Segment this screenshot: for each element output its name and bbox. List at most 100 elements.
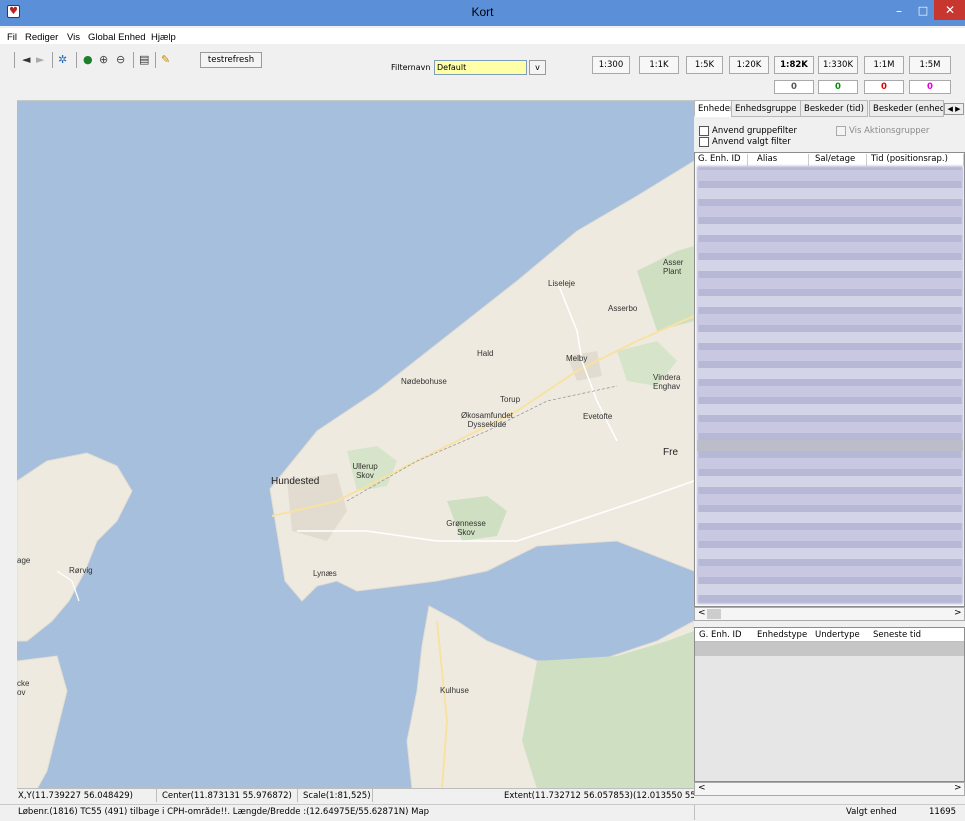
map-place-label: Hald	[477, 349, 494, 358]
menu-rediger[interactable]: Rediger	[25, 32, 58, 43]
table-row[interactable]	[697, 332, 963, 343]
scale-button-1-20k[interactable]: 1:20K	[729, 56, 769, 74]
map-place-label: Fre	[663, 447, 678, 458]
action-groups-checkbox[interactable]	[836, 126, 846, 136]
close-button[interactable]: ✕	[934, 0, 965, 20]
table-row[interactable]	[697, 530, 963, 541]
tab-scroll-buttons[interactable]: ◀ ▶	[944, 103, 964, 115]
testrefresh-button[interactable]: testrefresh	[200, 52, 262, 68]
pan-tool-icon[interactable]: ✲	[58, 53, 67, 67]
group-filter-checkbox[interactable]	[699, 126, 709, 136]
table-row[interactable]	[697, 404, 963, 415]
toolbar-separator	[133, 52, 134, 68]
column-header-unit-id[interactable]: G. Enh. ID	[698, 154, 748, 166]
table-row[interactable]	[697, 494, 963, 505]
map-place-label: Nødebohuse	[401, 377, 447, 386]
map-center: Center(11.873131 55.976872)	[162, 791, 292, 801]
table-row[interactable]	[697, 296, 963, 307]
map-place-label: Grønnesse Skov	[446, 519, 486, 537]
selected-row[interactable]	[695, 642, 964, 656]
column-header-unit-type[interactable]: Enhedstype	[757, 630, 807, 640]
table-row[interactable]	[697, 224, 963, 235]
scroll-right-icon[interactable]: >	[954, 608, 962, 618]
column-header-position-time[interactable]: Tid (positionsrap.)	[871, 154, 964, 166]
menu-hjaelp[interactable]: Hjælp	[151, 32, 176, 43]
menu-global-enhed[interactable]: Global Enhed	[88, 32, 146, 43]
menu-vis[interactable]: Vis	[67, 32, 80, 43]
scroll-thumb[interactable]	[707, 609, 721, 619]
table-row[interactable]	[697, 440, 963, 451]
scale-button-1-82k[interactable]: 1:82K	[774, 56, 814, 74]
scale-button-1-1k[interactable]: 1:1K	[639, 56, 679, 74]
back-icon[interactable]: ◄	[22, 53, 30, 67]
map-place-label: Liseleje	[548, 279, 576, 288]
globe-icon[interactable]: ●	[83, 53, 93, 67]
scale-button-1-1m[interactable]: 1:1M	[864, 56, 904, 74]
tab-beskeder-tid[interactable]: Beskeder (tid)	[800, 100, 868, 117]
zoom-in-icon[interactable]: ⊕	[99, 53, 108, 67]
tab-enhedsgruppe[interactable]: Enhedsgruppe	[731, 100, 801, 117]
tab-beskeder-enhed[interactable]: Beskeder (enhed	[869, 100, 944, 117]
unit-details-horizontal-scrollbar[interactable]	[694, 782, 965, 796]
table-row[interactable]	[697, 314, 963, 325]
table-row[interactable]	[697, 548, 963, 559]
counter-green: 0	[818, 80, 858, 94]
map-place-label: Økosamfundet Dyssekilde	[460, 411, 514, 429]
scale-button-1-5k[interactable]: 1:5K	[686, 56, 723, 74]
zoom-out-icon[interactable]: ⊖	[116, 53, 125, 67]
cursor-coordinates: X,Y(11.739227 56.048429)	[18, 791, 133, 801]
scale-button-1-300[interactable]: 1:300	[592, 56, 630, 74]
filter-input[interactable]: Default	[434, 60, 527, 75]
column-header-unit-id[interactable]: G. Enh. ID	[699, 630, 742, 640]
table-row[interactable]	[697, 188, 963, 199]
table-row[interactable]	[697, 512, 963, 523]
menu-fil[interactable]: Fil	[7, 32, 17, 43]
table-row[interactable]	[697, 260, 963, 271]
map-place-label: Vindera Enghav	[653, 373, 681, 391]
scroll-right-icon[interactable]: >	[954, 783, 962, 793]
map-view[interactable]: Liseleje Asserbo Asser Plant Hald Melby …	[17, 100, 694, 788]
forward-icon[interactable]: ►	[36, 53, 44, 67]
minimize-button[interactable]: –	[890, 4, 908, 20]
table-row[interactable]	[697, 206, 963, 217]
column-header-subtype[interactable]: Undertype	[815, 630, 860, 640]
table-row[interactable]	[697, 458, 963, 469]
counter-magenta: 0	[909, 80, 951, 94]
map-extent: Extent(11.732712 56.057853)(12.013550 55	[504, 791, 694, 801]
measure-icon[interactable]: ✎	[161, 53, 170, 67]
print-icon[interactable]: ▤	[139, 53, 149, 67]
table-row[interactable]	[697, 278, 963, 289]
table-row[interactable]	[697, 566, 963, 577]
table-row[interactable]	[697, 584, 963, 595]
map-place-label: Melby	[566, 354, 588, 363]
filter-dropdown-button[interactable]: v	[529, 60, 546, 75]
maximize-button[interactable]: □	[914, 4, 932, 20]
status-separator	[156, 788, 157, 802]
table-row[interactable]	[697, 476, 963, 487]
counter-red: 0	[864, 80, 904, 94]
toolbar-separator	[76, 52, 77, 68]
column-header-alias[interactable]: Alias	[757, 154, 809, 166]
map-place-label: Asser Plant	[663, 258, 684, 276]
scroll-left-icon[interactable]: <	[698, 783, 706, 793]
window-title: Kort	[471, 5, 494, 19]
scale-button-1-330k[interactable]: 1:330K	[818, 56, 858, 74]
map-place-label: Evetofte	[583, 412, 613, 421]
table-row[interactable]	[697, 242, 963, 253]
status-separator	[372, 788, 373, 802]
selected-filter-checkbox[interactable]	[699, 137, 709, 147]
table-row[interactable]	[697, 386, 963, 397]
scroll-left-icon[interactable]: <	[698, 608, 706, 618]
table-row[interactable]	[697, 368, 963, 379]
counter-gray: 0	[774, 80, 814, 94]
table-row[interactable]	[697, 170, 963, 181]
selected-filter-label: Anvend valgt filter	[712, 137, 791, 147]
column-header-latest-time[interactable]: Seneste tid	[873, 630, 921, 640]
map-place-label: Hundested	[271, 476, 320, 487]
units-grid-horizontal-scrollbar[interactable]	[694, 607, 965, 621]
column-header-floor[interactable]: Sal/etage	[815, 154, 867, 166]
table-row[interactable]	[697, 422, 963, 433]
scale-button-1-5m[interactable]: 1:5M	[909, 56, 951, 74]
status-message: Løbenr.(1816) TC55 (491) tilbage i CPH-o…	[18, 807, 430, 817]
table-row[interactable]	[697, 350, 963, 361]
